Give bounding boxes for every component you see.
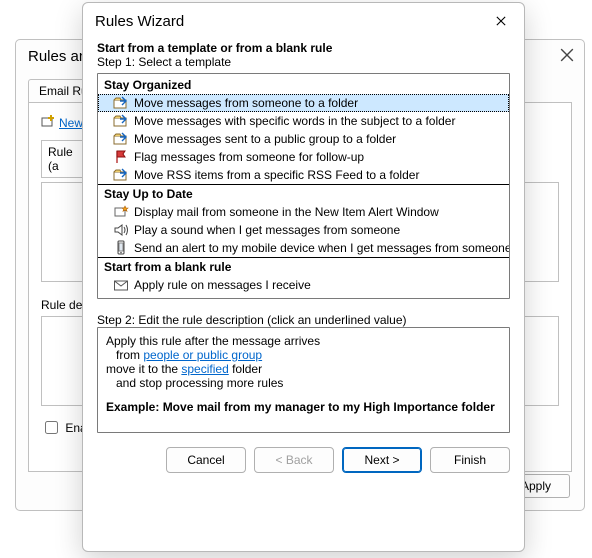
desc-text: move it to the (106, 362, 181, 376)
template-label: Move messages with specific words in the… (134, 113, 455, 129)
desc-line-from: from people or public group (106, 348, 501, 362)
wizard-title: Rules Wizard (95, 13, 184, 30)
template-move-public-group[interactable]: Move messages sent to a public group to … (98, 130, 509, 148)
template-label: Display mail from someone in the New Ite… (134, 204, 439, 220)
step1-label: Step 1: Select a template (97, 55, 510, 69)
finish-button[interactable]: Finish (430, 447, 510, 473)
move-folder-icon (112, 113, 130, 129)
desc-text: from (116, 348, 143, 362)
template-move-from-someone[interactable]: Move messages from someone to a folder (98, 94, 509, 112)
wizard-buttons: Cancel < Back Next > Finish (83, 433, 524, 485)
move-folder-icon (112, 167, 130, 183)
template-label: Send an alert to my mobile device when I… (134, 240, 510, 256)
back-button[interactable]: < Back (254, 447, 334, 473)
alert-star-icon (112, 204, 130, 220)
template-label: Move messages sent to a public group to … (134, 131, 396, 147)
template-mobile-alert[interactable]: Send an alert to my mobile device when I… (98, 239, 509, 257)
desc-line-move: move it to the specified folder (106, 362, 501, 376)
move-folder-icon (112, 95, 130, 111)
template-label: Flag messages from someone for follow-up (134, 149, 364, 165)
template-blank-receive[interactable]: Apply rule on messages I receive (98, 276, 509, 294)
link-specified-folder[interactable]: specified (181, 362, 228, 376)
move-folder-icon (112, 131, 130, 147)
rules-wizard-dialog: Rules Wizard Start from a template or fr… (82, 2, 525, 552)
desc-text: folder (229, 362, 262, 376)
cancel-button[interactable]: Cancel (166, 447, 246, 473)
wizard-titlebar: Rules Wizard (83, 3, 524, 33)
template-label: Apply rule on messages I receive (134, 277, 311, 293)
next-button[interactable]: Next > (342, 447, 422, 473)
template-blank-send[interactable]: Apply rule on messages I send (98, 294, 509, 299)
desc-example: Example: Move mail from my manager to my… (106, 400, 501, 414)
template-move-words-subject[interactable]: Move messages with specific words in the… (98, 112, 509, 130)
category-stay-up-to-date: Stay Up to Date (98, 184, 509, 203)
category-blank-rule: Start from a blank rule (98, 257, 509, 276)
desc-line-stop: and stop processing more rules (106, 376, 501, 390)
envelope-icon (112, 277, 130, 293)
description-box: Apply this rule after the message arrive… (97, 327, 510, 433)
template-play-sound[interactable]: Play a sound when I get messages from so… (98, 221, 509, 239)
category-stay-organized: Stay Organized (98, 74, 509, 94)
send-arrow-icon (112, 295, 130, 299)
template-label: Move RSS items from a specific RSS Feed … (134, 167, 419, 183)
close-button[interactable] (490, 11, 512, 31)
close-icon[interactable] (558, 48, 576, 66)
template-label: Apply rule on messages I send (134, 295, 298, 299)
template-flag-followup[interactable]: Flag messages from someone for follow-up (98, 148, 509, 166)
enable-checkbox[interactable] (45, 421, 58, 434)
template-new-item-alert[interactable]: Display mail from someone in the New Ite… (98, 203, 509, 221)
template-label: Play a sound when I get messages from so… (134, 222, 400, 238)
mobile-icon (112, 240, 130, 256)
template-label: Move messages from someone to a folder (134, 95, 358, 111)
intro-heading: Start from a template or from a blank ru… (97, 41, 510, 55)
flag-icon (112, 149, 130, 165)
step2-label: Step 2: Edit the rule description (click… (97, 313, 510, 327)
desc-line-apply: Apply this rule after the message arrive… (106, 334, 501, 348)
template-listbox[interactable]: Stay Organized Move messages from someon… (97, 73, 510, 299)
new-rule-icon (41, 115, 55, 129)
link-people-or-group[interactable]: people or public group (143, 348, 262, 362)
template-move-rss[interactable]: Move RSS items from a specific RSS Feed … (98, 166, 509, 184)
sound-icon (112, 222, 130, 238)
